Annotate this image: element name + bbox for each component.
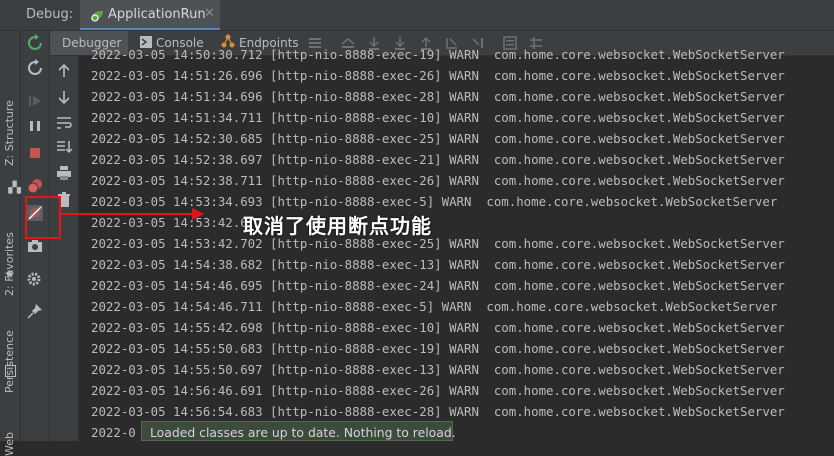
stop-icon[interactable]	[25, 143, 45, 163]
run-config-tab[interactable]: ApplicationRun ✕	[80, 0, 220, 30]
close-tab-icon[interactable]: ✕	[204, 6, 215, 21]
up-arrow-icon[interactable]	[55, 62, 73, 80]
log-line: 2022-03-05 14:50:30.712 [http-nio-8888-e…	[91, 47, 785, 62]
structure-icon: ▗▚	[4, 181, 21, 194]
view-breakpoints-icon[interactable]	[25, 176, 45, 196]
tool-window-strip: Z: Structure ▗▚ 2: Favorites ★ Persisten…	[0, 31, 21, 456]
log-line: 2022-03-05 14:56:46.691 [http-nio-8888-e…	[91, 383, 785, 398]
console-output[interactable]: 2022-03-05 14:50:30.712 [http-nio-8888-e…	[79, 45, 834, 441]
debug-titlebar: Debug: ApplicationRun ✕	[0, 0, 834, 31]
log-line: 2022-03-05 14:51:26.696 [http-nio-8888-e…	[91, 68, 785, 83]
log-line: 2022-03-05 14:53:42.702 [http-nio-8888-e…	[91, 236, 785, 251]
log-line: 2022-03-05 14:52:30.685 [http-nio-8888-e…	[91, 131, 785, 146]
pin-icon[interactable]	[25, 301, 45, 321]
log-line: 2022-03-05 14:54:38.682 [http-nio-8888-e…	[91, 257, 785, 272]
debug-label: Debug:	[26, 7, 74, 22]
log-line: 2022-0	[91, 425, 136, 440]
annotation-arrow-icon	[60, 208, 204, 220]
annotation-text: 取消了使用断点功能	[243, 214, 432, 238]
notification-toast[interactable]: Loaded classes are up to date. Nothing t…	[141, 421, 456, 441]
log-line: 2022-03-05 14:51:34.696 [http-nio-8888-e…	[91, 89, 785, 104]
log-line: 2022-03-05 14:55:50.683 [http-nio-8888-e…	[91, 341, 785, 356]
run-config-name: ApplicationRun	[108, 7, 206, 22]
star-icon: ★	[4, 267, 15, 281]
rerun-icon[interactable]	[25, 33, 45, 53]
log-line: 2022-03-05 14:55:42.698 [http-nio-8888-e…	[91, 320, 785, 335]
down-arrow-icon[interactable]	[55, 88, 73, 106]
soft-wrap-icon[interactable]	[55, 114, 73, 132]
resume-icon[interactable]	[25, 91, 45, 111]
log-line: 2022-03-05 14:54:46.711 [http-nio-8888-e…	[91, 299, 778, 314]
annotation-highlight-box	[25, 196, 61, 239]
spring-boot-icon	[89, 8, 105, 22]
log-line: 2022-03-05 14:54:46.695 [http-nio-8888-e…	[91, 278, 785, 293]
settings-icon[interactable]	[25, 269, 45, 289]
restart-icon[interactable]	[25, 58, 45, 78]
log-line: 2022-03-05 14:51:34.711 [http-nio-8888-e…	[91, 110, 785, 125]
log-line: 2022-03-05 14:52:38.711 [http-nio-8888-e…	[91, 173, 785, 188]
log-line: 2022-03-05 14:55:50.697 [http-nio-8888-e…	[91, 362, 785, 377]
console-side-toolbar	[50, 56, 79, 441]
log-line: 2022-03-05 14:52:38.697 [http-nio-8888-e…	[91, 152, 785, 167]
pause-icon[interactable]	[25, 116, 45, 136]
print-icon[interactable]	[55, 164, 73, 182]
database-icon	[5, 365, 16, 377]
scroll-to-end-icon[interactable]	[55, 138, 73, 156]
camera-icon[interactable]	[25, 236, 45, 256]
